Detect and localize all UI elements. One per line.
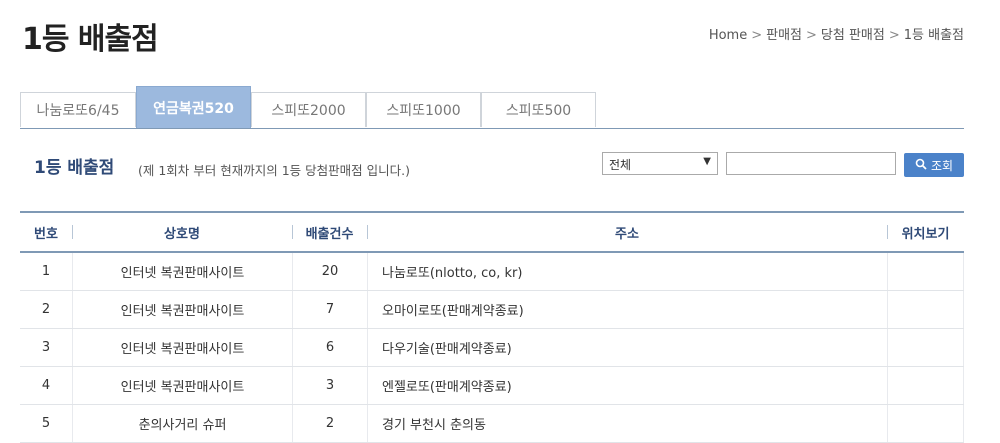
search-input[interactable] <box>726 152 896 175</box>
cell-address: 엔젤로또(판매계약종료) <box>367 367 887 404</box>
cell-address: 오마이로또(판매계약종료) <box>367 291 887 328</box>
table-row: 4 인터넷 복권판매사이트 3 엔젤로또(판매계약종료) <box>20 367 964 405</box>
table-row: 3 인터넷 복권판매사이트 6 다우기술(판매계약종료) <box>20 329 964 367</box>
cell-win-count: 20 <box>292 253 367 290</box>
cell-location <box>887 367 964 404</box>
header-no: 번호 <box>34 226 58 242</box>
breadcrumb-home[interactable]: Home <box>709 28 747 43</box>
search-button-label: 조회 <box>930 158 954 173</box>
cell-win-count: 7 <box>292 291 367 328</box>
table-row: 5 춘의사거리 슈퍼 2 경기 부천시 춘의동 <box>20 405 964 443</box>
cell-win-count: 6 <box>292 329 367 366</box>
page-title: 1등 배출점 <box>22 22 159 57</box>
header-win-count: 배출건수 <box>292 213 367 251</box>
cell-no: 2 <box>41 302 51 317</box>
cell-location <box>887 291 964 328</box>
lottery-tabs: 나눔로또6/45 연금복권520 스피또2000 스피또1000 스피또500 <box>20 86 964 129</box>
dropdown-arrow-icon: ▼ <box>703 156 711 167</box>
tab-speetto-500[interactable]: 스피또500 <box>481 92 596 127</box>
cell-no: 5 <box>41 416 51 431</box>
table-row: 1 인터넷 복권판매사이트 20 나눔로또(nlotto, co, kr) <box>20 253 964 291</box>
tab-pension-lottery[interactable]: 연금복권520 <box>136 86 251 128</box>
cell-no: 1 <box>41 264 51 279</box>
chevron-right-icon: > <box>751 28 763 43</box>
chevron-right-icon: > <box>806 28 817 43</box>
breadcrumb: Home > 판매점 > 당첨 판매점 >1등 배출점 <box>709 24 964 43</box>
cell-no: 3 <box>41 340 51 355</box>
cell-location <box>887 329 964 366</box>
cell-no: 4 <box>41 378 51 393</box>
search-icon <box>915 158 927 173</box>
region-select-value: 전체 <box>609 158 632 172</box>
breadcrumb-winning-stores[interactable]: 당첨 판매점 <box>821 28 885 43</box>
breadcrumb-current: 1등 배출점 <box>903 28 964 43</box>
search-button[interactable]: 조회 <box>904 153 964 177</box>
table-header: 번호 상호명 배출건수 주소 위치보기 <box>20 213 964 253</box>
cell-win-count: 2 <box>292 405 367 442</box>
breadcrumb-stores[interactable]: 판매점 <box>766 28 802 43</box>
tab-speetto-1000[interactable]: 스피또1000 <box>366 92 481 127</box>
cell-address: 나눔로또(nlotto, co, kr) <box>367 253 887 290</box>
section-description: (제 1회차 부터 현재까지의 1등 당첨판매점 입니다.) <box>138 163 410 178</box>
chevron-right-icon: > <box>888 28 900 43</box>
table-row: 2 인터넷 복권판매사이트 7 오마이로또(판매계약종료) <box>20 291 964 329</box>
winning-stores-table: 번호 상호명 배출건수 주소 위치보기 1 인터넷 복권판매사이트 20 나눔로… <box>20 211 964 443</box>
region-select[interactable]: 전체 ▼ <box>602 152 718 175</box>
section-title: 1등 배출점 <box>34 158 115 178</box>
cell-location <box>887 253 964 290</box>
tab-nanum-lotto[interactable]: 나눔로또6/45 <box>20 92 136 127</box>
cell-store-name: 인터넷 복권판매사이트 <box>72 367 292 404</box>
header-location: 위치보기 <box>887 213 964 251</box>
cell-win-count: 3 <box>292 367 367 404</box>
cell-address: 다우기술(판매계약종료) <box>367 329 887 366</box>
header-address: 주소 <box>367 213 887 251</box>
header-store-name: 상호명 <box>72 213 292 251</box>
cell-store-name: 인터넷 복권판매사이트 <box>72 253 292 290</box>
tab-speetto-2000[interactable]: 스피또2000 <box>251 92 366 127</box>
cell-location <box>887 405 964 442</box>
cell-store-name: 인터넷 복권판매사이트 <box>72 329 292 366</box>
cell-store-name: 춘의사거리 슈퍼 <box>72 405 292 442</box>
cell-store-name: 인터넷 복권판매사이트 <box>72 291 292 328</box>
cell-address: 경기 부천시 춘의동 <box>367 405 887 442</box>
